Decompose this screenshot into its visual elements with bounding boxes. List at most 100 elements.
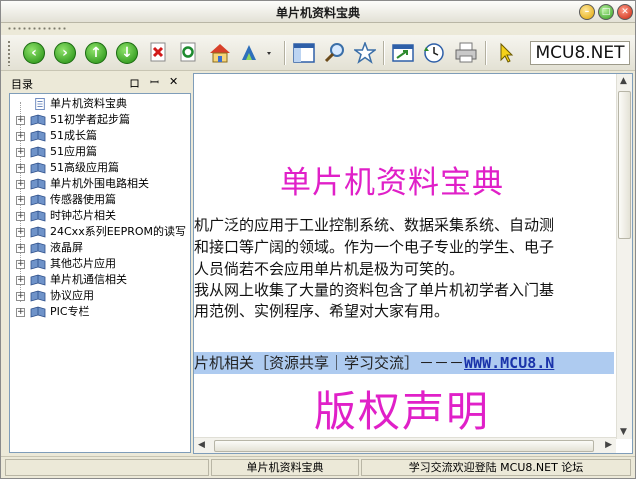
tree-item-label: 时钟芯片相关 xyxy=(50,209,116,222)
sidebar-header: 目录 ロ ꟷ ✕ xyxy=(5,73,191,93)
stop-button[interactable] xyxy=(146,40,172,66)
tree-item-label: PIC专栏 xyxy=(50,305,90,318)
banner-text: 片机相关［资源共享｜学习交流］－－－ xyxy=(194,354,465,372)
page-icon xyxy=(35,98,45,110)
page-heading: 单片机资料宝典 xyxy=(280,165,504,201)
book-icon xyxy=(30,290,46,302)
book-icon xyxy=(30,114,46,126)
book-icon xyxy=(30,306,46,318)
toolbar: ‹ › ↑ ↓ MCU8.NET xyxy=(1,35,635,71)
expand-icon[interactable]: + xyxy=(16,164,25,173)
expand-icon[interactable]: + xyxy=(16,292,25,301)
search-button[interactable] xyxy=(322,40,348,66)
tree-item-label: 传感器使用篇 xyxy=(50,193,116,206)
refresh-button[interactable] xyxy=(176,40,202,66)
expand-icon[interactable]: + xyxy=(16,260,25,269)
site-logo[interactable]: MCU8.NET xyxy=(530,41,630,65)
content-line: 用范例、实例程序、希望对大家有用。 xyxy=(194,302,450,320)
sidebar-title: 目录 xyxy=(11,78,33,91)
minimize-button[interactable]: – xyxy=(579,4,595,20)
navigate-button[interactable] xyxy=(390,40,416,66)
status-cell-empty xyxy=(5,459,209,476)
toolbar-separator xyxy=(284,41,286,65)
scroll-down-icon[interactable]: ▼ xyxy=(620,427,627,437)
content-line: 机广泛的应用于工业控制系统、数据采集系统、自动测 xyxy=(194,216,555,234)
book-icon xyxy=(30,210,46,222)
expand-icon[interactable]: + xyxy=(16,244,25,253)
tree-item-label: 51高级应用篇 xyxy=(50,161,119,174)
font-size-icon xyxy=(242,45,271,60)
content-line: 和接口等广阔的领域。作为一个电子专业的学生、电子 xyxy=(194,238,555,256)
tree-item-label: 单片机外围电路相关 xyxy=(50,177,149,190)
search-icon xyxy=(324,43,344,63)
expand-icon[interactable]: + xyxy=(16,196,25,205)
book-icon xyxy=(30,130,46,142)
forward-button[interactable]: › xyxy=(52,40,78,66)
tree-root-label: 单片机资料宝典 xyxy=(50,97,127,110)
home-icon xyxy=(210,44,230,63)
expand-icon[interactable]: + xyxy=(16,308,25,317)
back-button[interactable]: ‹ xyxy=(21,40,47,66)
toc-tree: 单片机资料宝典 +51初学者起步篇 +51成长篇 +51应用篇 +51高级应用篇 + 单片… xyxy=(9,93,191,453)
maximize-icon: □ xyxy=(601,7,611,17)
sidebar-pin-button[interactable]: ロ xyxy=(129,75,140,91)
status-bar: 单片机资料宝典 学习交流欢迎登陆 MCU8.NET 论坛 xyxy=(1,456,635,478)
tree-item-label: 单片机通信相关 xyxy=(50,273,127,286)
tree-item-label: 协议应用 xyxy=(50,289,94,302)
toggle-panel-button[interactable] xyxy=(291,40,317,66)
pointer-button[interactable] xyxy=(493,40,519,66)
menu-grip[interactable] xyxy=(7,26,67,32)
up-button[interactable]: ↑ xyxy=(83,40,109,66)
scroll-right-icon[interactable]: ▶ xyxy=(605,440,612,450)
forward-arrow-icon: › xyxy=(54,42,76,64)
sidebar-close-button[interactable]: ✕ xyxy=(169,75,178,88)
copyright-title: 版权声明 xyxy=(314,387,491,436)
content-line: 人员倘若不会应用单片机是极为可笑的。 xyxy=(194,260,465,278)
expand-icon[interactable]: + xyxy=(16,276,25,285)
navigate-icon xyxy=(392,44,414,62)
expand-icon[interactable]: + xyxy=(16,180,25,189)
status-cell-title: 单片机资料宝典 xyxy=(211,459,359,476)
back-arrow-icon: ‹ xyxy=(23,42,45,64)
vertical-scrollbar[interactable]: ▲ ▼ xyxy=(616,74,632,439)
expand-icon[interactable]: + xyxy=(16,116,25,125)
expand-icon[interactable]: + xyxy=(16,148,25,157)
maximize-button[interactable]: □ xyxy=(598,4,614,20)
content-view[interactable]: 单片机资料宝典 机广泛的应用于工业控制系统、数据采集系统、自动测 和接口等广阔的… xyxy=(193,73,633,454)
window-title: 单片机资料宝典 xyxy=(275,6,360,20)
book-icon xyxy=(30,226,46,238)
scroll-thumb[interactable] xyxy=(618,91,631,239)
app-window: 单片机资料宝典 – □ ✕ ‹ › ↑ ↓ MCU8.NET 目录 ロ ꟷ ✕ … xyxy=(0,0,636,479)
book-icon xyxy=(30,194,46,206)
favorites-star-icon xyxy=(354,42,376,64)
close-button[interactable]: ✕ xyxy=(617,4,633,20)
pointer-icon xyxy=(500,42,514,63)
scroll-left-icon[interactable]: ◀ xyxy=(198,440,205,450)
close-icon: ✕ xyxy=(621,7,629,17)
sidebar: 目录 ロ ꟷ ✕ 单片机资料宝典 +51初学者起步篇 +51成长篇 +51应用篇 +5… xyxy=(5,73,191,454)
up-arrow-icon: ↑ xyxy=(85,42,107,64)
site-link[interactable]: WWW.MCU8.N xyxy=(464,354,554,372)
toolbar-grip[interactable] xyxy=(7,40,11,66)
tree-item-label: 51成长篇 xyxy=(50,129,97,142)
scroll-up-icon[interactable]: ▲ xyxy=(620,76,627,86)
expand-icon[interactable]: + xyxy=(16,228,25,237)
history-icon xyxy=(424,43,444,63)
toolbar-separator xyxy=(485,41,487,65)
sidebar-dock-button[interactable]: ꟷ xyxy=(150,75,159,90)
book-icon xyxy=(30,146,46,158)
print-button[interactable] xyxy=(453,40,479,66)
scroll-thumb[interactable] xyxy=(214,440,594,452)
expand-icon[interactable]: + xyxy=(16,212,25,221)
horizontal-scrollbar[interactable]: ◀ ▶ xyxy=(194,437,616,453)
expand-icon[interactable]: + xyxy=(16,132,25,141)
title-bar: 单片机资料宝典 – □ ✕ xyxy=(1,1,635,23)
favorites-button[interactable] xyxy=(352,40,378,66)
font-size-button[interactable] xyxy=(237,40,277,66)
home-button[interactable] xyxy=(207,40,233,66)
minimize-icon: – xyxy=(584,7,590,17)
stop-icon xyxy=(150,42,166,62)
history-button[interactable] xyxy=(421,40,447,66)
down-button[interactable]: ↓ xyxy=(114,40,140,66)
tree-item-label: 其他芯片应用 xyxy=(50,257,116,270)
